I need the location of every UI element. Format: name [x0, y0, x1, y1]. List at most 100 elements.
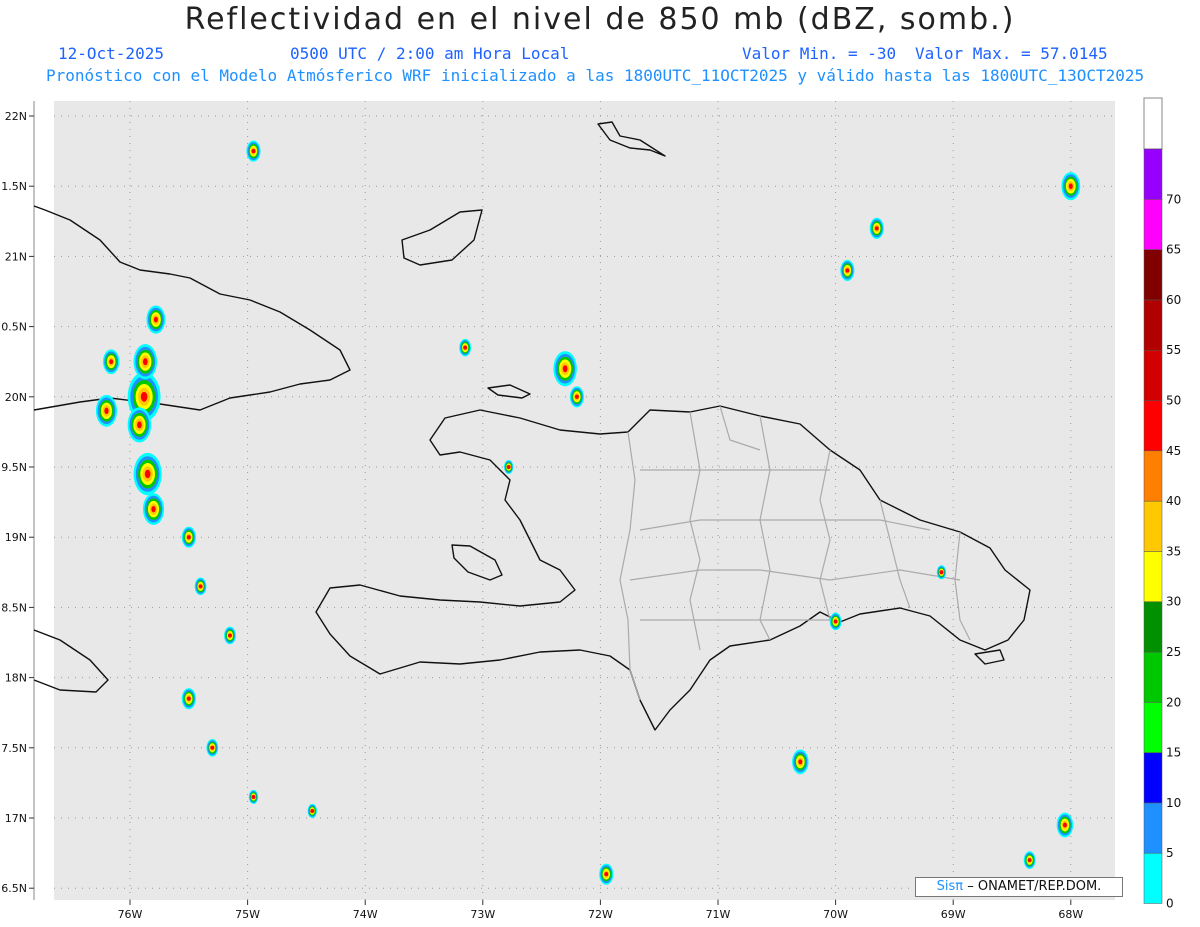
storm-cell-ring: [210, 745, 215, 750]
colorbar-bin: [1143, 349, 1163, 401]
storm-cell: [569, 386, 584, 408]
storm-cell-ring: [604, 872, 609, 877]
colorbar-bin: [1143, 199, 1163, 250]
lon-tick-label: 71W: [706, 908, 731, 921]
lon-tick-label: 73W: [470, 908, 495, 921]
storm-cell-ring: [1062, 822, 1067, 828]
storm-cell: [102, 349, 120, 375]
colorbar-label: 5: [1166, 846, 1174, 860]
storm-cell-ring: [798, 759, 803, 765]
storm-cell: [307, 803, 317, 819]
colorbar-label: 65: [1166, 243, 1181, 257]
storm-cell: [503, 459, 514, 475]
lon-tick-label: 69W: [941, 908, 966, 921]
lat-tick-label: 18N: [5, 672, 27, 685]
colorbar-bin: [1143, 802, 1163, 854]
storm-cell: [181, 688, 196, 710]
storm-cell: [224, 626, 236, 645]
storm-cell: [1056, 812, 1074, 838]
storm-cell-ring: [186, 535, 191, 540]
credit-brand: Sisπ: [936, 879, 964, 894]
longitude-ticks: 76W 75W 74W 73W 72W 71W 70W 69W 68W: [118, 900, 1083, 921]
lat-tick-label: 19N: [5, 531, 27, 544]
lon-tick-label: 70W: [823, 908, 848, 921]
colorbar-label: 0: [1166, 897, 1174, 911]
colorbar-bin: [1143, 148, 1163, 200]
colorbar-label: 55: [1166, 343, 1181, 357]
storm-cell: [95, 394, 118, 427]
colorbar-label: 70: [1166, 192, 1181, 206]
storm-cell-ring: [251, 148, 256, 154]
map-left-margin: [34, 101, 54, 900]
lat-tick-label: 8.5N: [1, 601, 27, 614]
storm-cell-ring: [144, 469, 151, 479]
colorbar-bin: [1143, 299, 1163, 351]
colorbar-bin: [1143, 651, 1163, 703]
storm-cell-ring: [153, 316, 158, 323]
storm-cell-ring: [186, 696, 191, 701]
lon-tick-label: 68W: [1058, 908, 1083, 921]
colorbar-label: 30: [1166, 595, 1181, 609]
lat-tick-label: 6.5N: [1, 882, 27, 895]
storm-cell-ring: [939, 570, 944, 575]
lat-tick-label: 9.5N: [1, 461, 27, 474]
colorbar-label: 35: [1166, 544, 1181, 558]
lon-tick-label: 75W: [235, 908, 260, 921]
storm-cell: [133, 452, 162, 496]
latitude-ticks: 22N 1.5N 21N 0.5N 20N 9.5N 19N 8.5N 18N 7.5N 17N 6.…: [1, 110, 34, 895]
storm-cell: [248, 789, 259, 804]
storm-cell-ring: [874, 226, 879, 231]
storm-cell: [553, 351, 577, 387]
storm-cell: [181, 526, 196, 548]
storm-cell-ring: [151, 505, 156, 513]
storm-cell-ring: [562, 365, 568, 373]
colorbar-label: 10: [1166, 796, 1181, 810]
storm-cell: [459, 338, 472, 357]
lat-tick-label: 20N: [5, 391, 27, 404]
lon-tick-label: 76W: [118, 908, 143, 921]
storm-cell-ring: [137, 421, 142, 429]
colorbar-bin: [1143, 400, 1163, 452]
storm-cell: [246, 140, 261, 162]
colorbar-bin: [1143, 752, 1163, 804]
storm-cell-ring: [227, 633, 232, 638]
lat-tick-label: 0.5N: [1, 321, 27, 334]
reflectivity-map: 76W 75W 74W 73W 72W 71W 70W 69W 68W 22N 1.5N 21N 0.…: [1, 97, 1181, 921]
lat-tick-label: 21N: [5, 250, 27, 263]
colorbar-label: 40: [1166, 494, 1181, 508]
storm-cell-ring: [198, 584, 203, 589]
storm-cell: [599, 863, 614, 885]
colorbar-bin: [1143, 702, 1163, 753]
storm-cell-ring: [845, 268, 850, 273]
lat-tick-label: 22N: [5, 110, 27, 123]
colorbar-bin: [1143, 249, 1163, 301]
lat-tick-label: 1.5N: [1, 180, 27, 193]
storm-cell-ring: [574, 394, 579, 399]
colorbar-label: 60: [1166, 293, 1181, 307]
colorbar-bin: [1143, 500, 1163, 552]
storm-cell: [194, 577, 207, 596]
storm-cell: [146, 305, 166, 334]
storm-cell: [1061, 172, 1081, 201]
lat-tick-label: 7.5N: [1, 742, 27, 755]
lat-tick-label: 17N: [5, 812, 27, 825]
storm-cell-ring: [104, 407, 109, 415]
colorbar-bin: [1143, 551, 1163, 602]
storm-cell: [133, 344, 158, 380]
storm-cell: [792, 749, 809, 775]
colorbar-label: 50: [1166, 394, 1181, 408]
colorbar-bin: [1143, 852, 1163, 904]
credit-box: Sisπ – ONAMET/REP.DOM.: [915, 877, 1123, 897]
lon-tick-label: 74W: [353, 908, 378, 921]
storm-cell-ring: [463, 345, 468, 350]
colorbar-bin: [1143, 450, 1163, 502]
storm-cell-ring: [142, 358, 148, 366]
storm-cell-ring: [1027, 858, 1032, 863]
lon-tick-label: 72W: [588, 908, 613, 921]
storm-cell-ring: [140, 391, 148, 402]
storm-cell: [829, 612, 842, 631]
storm-cell-ring: [1068, 183, 1073, 190]
colorbar: 0 5 10 15 20 25 30 35 40 45 50 55 60 65 70: [1143, 97, 1181, 911]
storm-cell-ring: [251, 794, 256, 799]
storm-cell-ring: [833, 619, 838, 624]
